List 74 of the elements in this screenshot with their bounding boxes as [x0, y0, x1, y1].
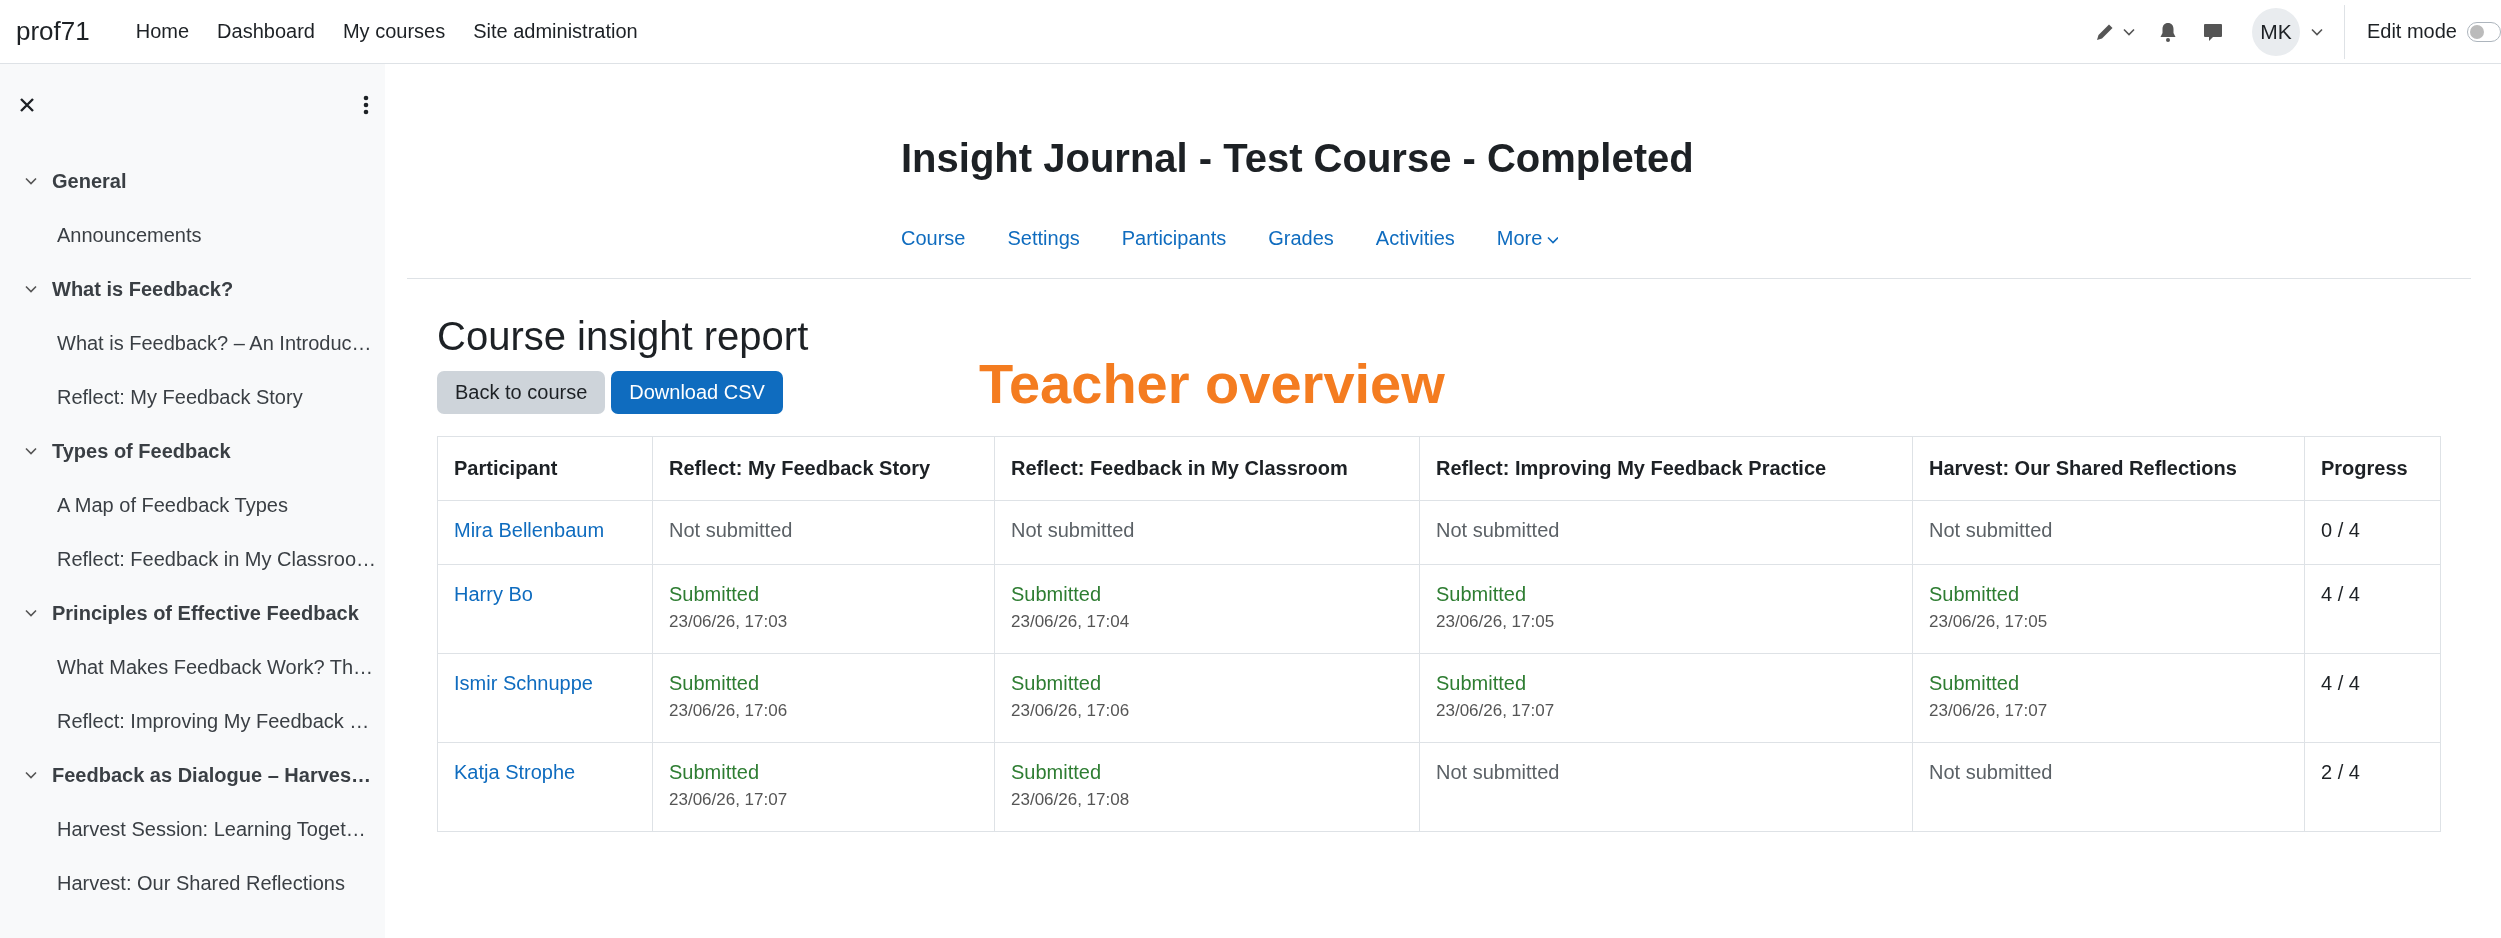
section-title[interactable]: What is Feedback? [52, 277, 234, 301]
status-text: Not submitted [1436, 761, 1560, 783]
participant-link[interactable]: Harry Bo [454, 583, 533, 605]
status-text: Submitted [1436, 672, 1527, 694]
sidebar-item[interactable]: What Makes Feedback Work? Th… [57, 655, 374, 679]
edit-mode-label: Edit mode [2366, 20, 2457, 43]
date-text: 23/06/26, 17:06 [1011, 701, 1131, 721]
progress-cell: 4 / 4 [2304, 653, 2441, 743]
date-text: 23/06/26, 17:05 [1436, 612, 1556, 632]
sidebar-item[interactable]: What is Feedback? – An Introduc… [57, 331, 372, 355]
nav-link[interactable]: My courses [334, 16, 454, 47]
sidebar-item[interactable]: Reflect: My Feedback Story [57, 385, 303, 409]
date-text: 23/06/26, 17:04 [1011, 612, 1131, 632]
site-name[interactable]: prof71 [16, 16, 90, 47]
section-title[interactable]: Principles of Effective Feedback [52, 601, 359, 625]
annotation-text: Teacher overview [978, 351, 1445, 416]
status-text: Not submitted [669, 519, 793, 541]
column-header: Reflect: Feedback in My Classroom [994, 436, 1420, 501]
status-text: Submitted [1011, 672, 1102, 694]
course-title: Insight Journal - Test Course - Completed [901, 136, 1695, 181]
status-text: Not submitted [1436, 519, 1560, 541]
status-text: Submitted [1011, 761, 1102, 783]
date-text: 23/06/26, 17:06 [669, 701, 789, 721]
column-header: Reflect: Improving My Feedback Practice [1419, 436, 1913, 501]
status-text: Submitted [1929, 672, 2020, 694]
progress-cell: 0 / 4 [2304, 500, 2441, 565]
status-text: Submitted [669, 672, 760, 694]
participant-link[interactable]: Katja Strophe [454, 761, 576, 783]
status-text: Submitted [1011, 583, 1102, 605]
progress-cell: 4 / 4 [2304, 564, 2441, 654]
course-tab[interactable]: Participants [1121, 227, 1227, 250]
date-text: 23/06/26, 17:07 [1929, 701, 2049, 721]
sidebar-item[interactable]: Harvest Session: Learning Toget… [57, 817, 366, 841]
status-text: Submitted [1436, 583, 1527, 605]
sidebar-item[interactable]: A Map of Feedback Types [57, 493, 288, 517]
sidebar-item[interactable]: Reflect: Feedback in My Classroo… [57, 547, 376, 571]
back-button[interactable]: Back to course [437, 371, 606, 414]
status-text: Not submitted [1929, 761, 2053, 783]
section-title[interactable]: Types of Feedback [52, 439, 231, 463]
participant-link[interactable]: Ismir Schnuppe [454, 672, 593, 694]
sidebar-item[interactable]: Reflect: Improving My Feedback … [57, 709, 370, 733]
column-header: Harvest: Our Shared Reflections [1912, 436, 2305, 501]
column-header: Participant [437, 436, 653, 501]
nav-link[interactable]: Site administration [465, 16, 646, 47]
date-text: 23/06/26, 17:07 [669, 790, 789, 810]
sidebar-item[interactable]: Announcements [57, 223, 202, 247]
status-text: Not submitted [1011, 519, 1135, 541]
column-header: Progress [2304, 436, 2441, 501]
status-text: Submitted [1929, 583, 2020, 605]
download-button[interactable]: Download CSV [611, 371, 783, 414]
user-avatar[interactable]: MK [2251, 7, 2300, 56]
nav-link[interactable]: Dashboard [209, 16, 323, 47]
section-title[interactable]: General [52, 169, 127, 193]
nav-link[interactable]: Home [127, 16, 198, 47]
date-text: 23/06/26, 17:07 [1436, 701, 1556, 721]
more-options-icon[interactable] [363, 95, 369, 115]
course-tab[interactable]: Grades [1268, 227, 1334, 250]
close-icon[interactable] [18, 96, 36, 114]
course-tab[interactable]: Settings [1007, 227, 1080, 250]
participant-link[interactable]: Mira Bellenbaum [454, 519, 605, 541]
date-text: 23/06/26, 17:08 [1011, 790, 1131, 810]
course-tab[interactable]: Activities [1375, 227, 1455, 250]
column-header: Reflect: My Feedback Story [652, 436, 995, 501]
sidebar-item[interactable]: Harvest: Our Shared Reflections [57, 871, 345, 895]
status-text: Not submitted [1929, 519, 2053, 541]
report-title: Course insight report [437, 314, 810, 359]
date-text: 23/06/26, 17:03 [669, 612, 789, 632]
course-tab[interactable]: More [1496, 227, 1559, 250]
status-text: Submitted [669, 583, 760, 605]
date-text: 23/06/26, 17:05 [1929, 612, 2049, 632]
status-text: Submitted [669, 761, 760, 783]
section-title[interactable]: Feedback as Dialogue – Harves… [52, 763, 372, 787]
course-tab[interactable]: Course [901, 227, 966, 250]
progress-cell: 2 / 4 [2304, 742, 2441, 832]
